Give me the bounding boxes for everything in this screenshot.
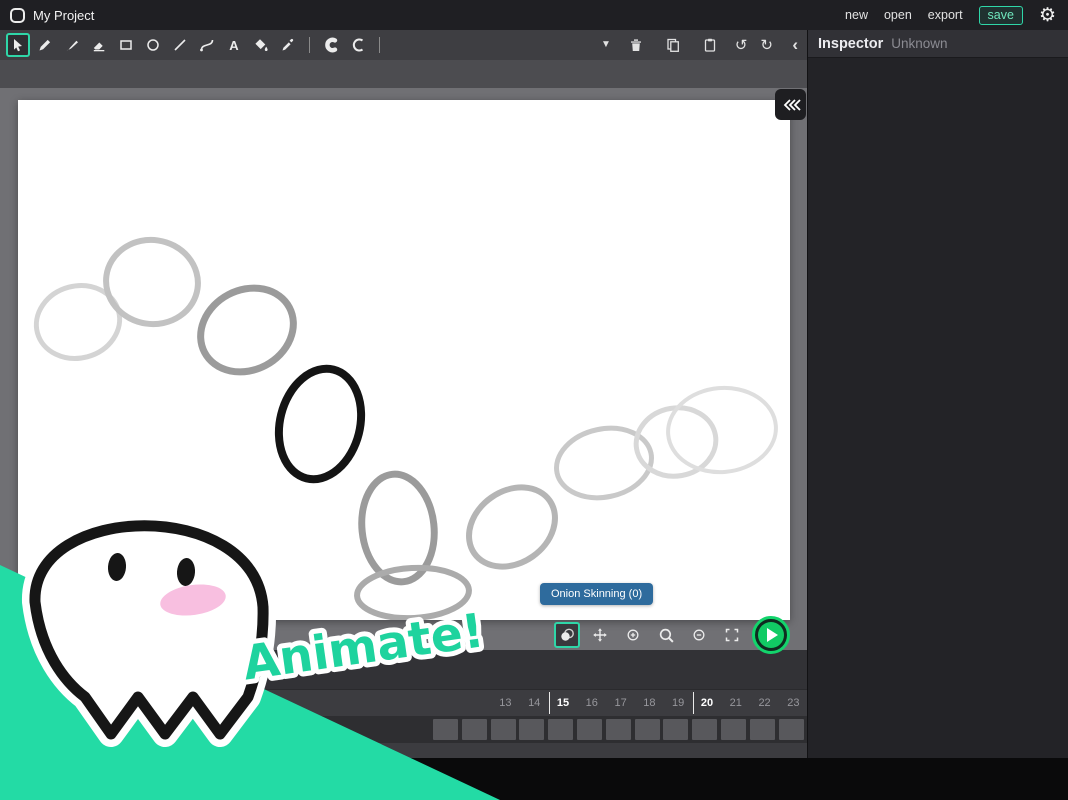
onion-skin-button[interactable]: [554, 622, 580, 648]
app-logo-icon: [10, 8, 25, 23]
inspector-selection: Unknown: [891, 36, 947, 51]
cursor-icon: [10, 37, 26, 53]
frame-number[interactable]: 18: [635, 697, 664, 709]
zoom-in-button[interactable]: [620, 622, 646, 648]
view-toolbar: [554, 616, 790, 654]
line-tool[interactable]: [168, 33, 192, 57]
brush-tool[interactable]: [60, 33, 84, 57]
copy-button[interactable]: [661, 33, 685, 57]
open-button[interactable]: open: [884, 8, 912, 22]
zoom-out-icon: [692, 628, 706, 642]
triple-chevron-left-icon: [781, 97, 801, 113]
paste-button[interactable]: [698, 33, 722, 57]
frame-number[interactable]: 23: [779, 697, 808, 709]
toolbar-separator: [309, 37, 310, 53]
new-button[interactable]: new: [845, 8, 868, 22]
eraser-icon: [91, 37, 107, 53]
zoom-out-button[interactable]: [686, 622, 712, 648]
frame-cell[interactable]: [577, 719, 602, 740]
project-title: My Project: [33, 8, 94, 23]
eyedropper-icon: [280, 37, 296, 53]
frame-number-keyframe[interactable]: 20: [693, 697, 722, 709]
collapse-inspector-chevron[interactable]: ‹: [792, 30, 798, 60]
settings-gear-icon[interactable]: ⚙: [1039, 6, 1056, 25]
toolbar-separator: [379, 37, 380, 53]
magnifier-icon: [658, 627, 675, 644]
fit-screen-icon: [724, 627, 740, 643]
fill-tool[interactable]: [249, 33, 273, 57]
flat-cap-icon: [350, 37, 366, 53]
frame-number[interactable]: 13: [491, 697, 520, 709]
line-icon: [172, 37, 188, 53]
inspector-header: Inspector Unknown: [808, 30, 1068, 58]
inspector-panel: Inspector Unknown: [807, 30, 1068, 758]
frame-cell[interactable]: [750, 719, 775, 740]
select-tool[interactable]: [6, 33, 30, 57]
frame-cell[interactable]: [721, 719, 746, 740]
paste-icon: [702, 37, 718, 53]
paint-bucket-icon: [253, 37, 269, 53]
frame-cell[interactable]: [519, 719, 544, 740]
curve-icon: [199, 37, 215, 53]
frame-cell[interactable]: [491, 719, 516, 740]
flat-cap-option[interactable]: [346, 33, 370, 57]
trash-icon: [628, 37, 644, 53]
pan-button[interactable]: [587, 622, 613, 648]
text-tool[interactable]: A: [222, 33, 246, 57]
ellipse-tool[interactable]: [141, 33, 165, 57]
frame-number[interactable]: 16: [577, 697, 606, 709]
eraser-tool[interactable]: [87, 33, 111, 57]
rectangle-icon: [118, 37, 134, 53]
redo-button[interactable]: ↻: [760, 38, 773, 53]
frame-cell[interactable]: [692, 719, 717, 740]
ellipse-icon: [145, 37, 161, 53]
frame-number[interactable]: 19: [664, 697, 693, 709]
frame-number-keyframe[interactable]: 15: [549, 697, 578, 709]
undo-button[interactable]: ↺: [735, 38, 748, 53]
frame-cell[interactable]: [433, 719, 458, 740]
brush-icon: [64, 37, 80, 53]
play-button[interactable]: [752, 616, 790, 654]
copy-icon: [665, 37, 681, 53]
promo-caption: Animate!: [240, 603, 488, 691]
onion-skin-icon: [559, 627, 575, 643]
canvas-shadow-strip: [0, 60, 807, 88]
fit-screen-button[interactable]: [719, 622, 745, 648]
frame-cell[interactable]: [635, 719, 660, 740]
round-cap-option[interactable]: [319, 33, 343, 57]
pencil-tool[interactable]: [33, 33, 57, 57]
frame-number[interactable]: 21: [721, 697, 750, 709]
collapse-panel-button[interactable]: [775, 89, 806, 120]
tool-bar: A: [0, 30, 807, 60]
play-icon: [758, 622, 784, 648]
app-window: My Project new open export save ⚙: [0, 0, 1068, 800]
delete-button[interactable]: [624, 33, 648, 57]
zoom-in-icon: [626, 628, 640, 642]
zoom-button[interactable]: [653, 622, 679, 648]
pencil-icon: [37, 37, 53, 53]
frame-cell[interactable]: [462, 719, 487, 740]
frame-cell[interactable]: [606, 719, 631, 740]
frame-cell[interactable]: [548, 719, 573, 740]
move-arrows-icon: [592, 627, 608, 643]
frame-number[interactable]: 17: [606, 697, 635, 709]
text-tool-icon: A: [229, 38, 238, 53]
frame-number[interactable]: 22: [750, 697, 779, 709]
rectangle-tool[interactable]: [114, 33, 138, 57]
onion-skinning-tooltip: Onion Skinning (0): [540, 583, 653, 605]
eyedropper-tool[interactable]: [276, 33, 300, 57]
export-button[interactable]: export: [928, 8, 963, 22]
tool-options-dropdown[interactable]: ▼: [601, 40, 611, 50]
frame-cell[interactable]: [779, 719, 804, 740]
save-button[interactable]: save: [979, 6, 1023, 25]
title-bar: My Project new open export save ⚙: [0, 0, 1068, 30]
frame-number[interactable]: 14: [520, 697, 549, 709]
curve-tool[interactable]: [195, 33, 219, 57]
frame-cell[interactable]: [663, 719, 688, 740]
round-cap-icon: [323, 37, 339, 53]
inspector-title: Inspector: [818, 36, 883, 52]
